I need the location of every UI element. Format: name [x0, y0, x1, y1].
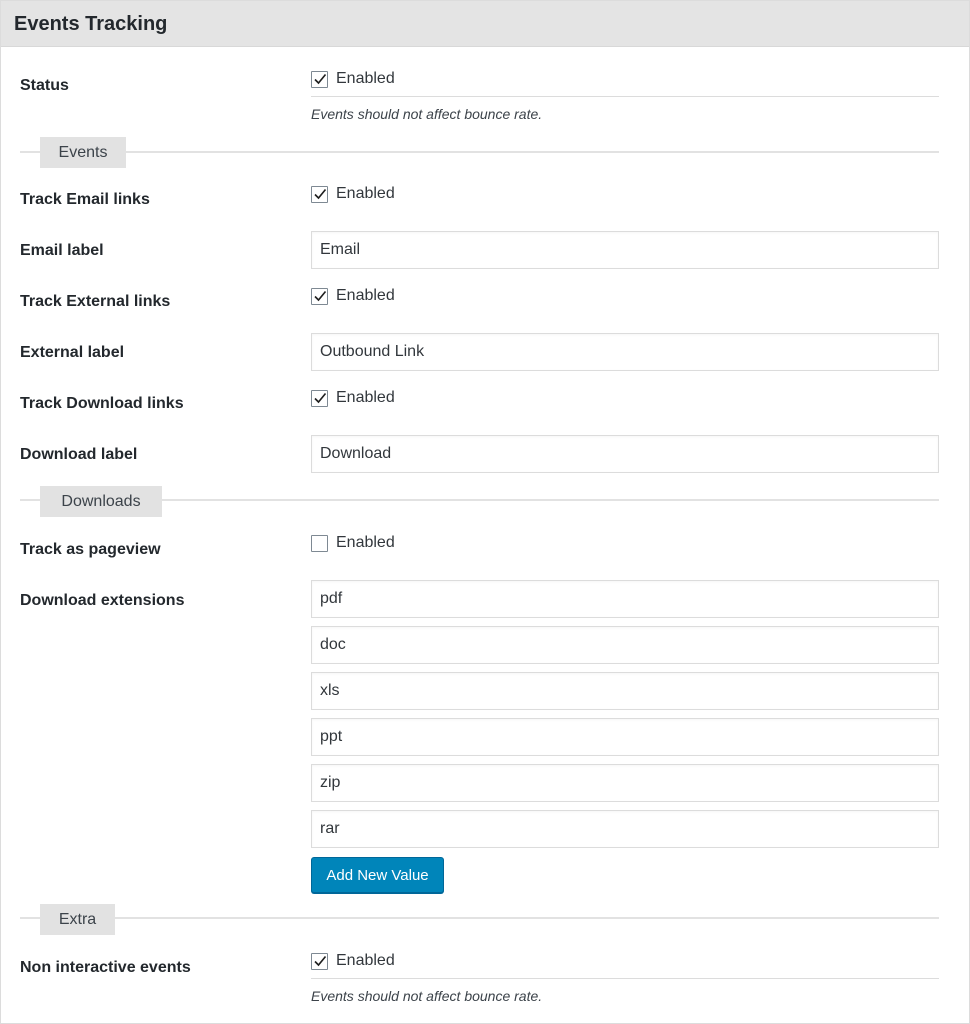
- checkmark-icon: [314, 188, 327, 200]
- track-download-label: Track Download links: [20, 395, 184, 412]
- extension-input[interactable]: [311, 672, 939, 710]
- external-label-input[interactable]: [311, 333, 939, 371]
- section-heading-events: Events: [40, 137, 126, 168]
- status-checkbox[interactable]: [311, 71, 328, 88]
- track-email-checkbox-label: Enabled: [336, 185, 395, 202]
- track-pageview-label: Track as pageview: [20, 541, 161, 558]
- events-tracking-panel: Events Tracking Status Enabled Events sh…: [0, 0, 970, 1024]
- checkmark-icon: [314, 392, 327, 404]
- panel-header: Events Tracking: [1, 1, 969, 47]
- external-label-label: External label: [20, 344, 125, 361]
- section-heading-downloads: Downloads: [40, 486, 162, 517]
- add-new-value-button[interactable]: Add New Value: [311, 857, 444, 893]
- checkmark-icon: [314, 955, 327, 967]
- download-extensions-label: Download extensions: [20, 592, 185, 609]
- track-external-checkbox-label: Enabled: [336, 287, 395, 304]
- non-interactive-checkbox-label: Enabled: [336, 952, 395, 969]
- track-external-checkbox[interactable]: [311, 288, 328, 305]
- track-pageview-checkbox-label: Enabled: [336, 534, 395, 551]
- panel-title: Events Tracking: [14, 13, 168, 35]
- extra-section-line: [20, 917, 939, 919]
- email-label-input[interactable]: [311, 231, 939, 269]
- non-interactive-description: Events should not affect bounce rate.: [311, 988, 543, 1004]
- extension-input[interactable]: [311, 810, 939, 848]
- status-label: Status: [20, 77, 69, 94]
- track-email-label: Track Email links: [20, 191, 150, 208]
- track-pageview-checkbox[interactable]: [311, 535, 328, 552]
- divider: [311, 96, 939, 97]
- status-checkbox-label: Enabled: [336, 70, 395, 87]
- download-label-label: Download label: [20, 446, 138, 463]
- extension-input[interactable]: [311, 626, 939, 664]
- section-heading-extra: Extra: [40, 904, 115, 935]
- track-external-label: Track External links: [20, 293, 171, 310]
- track-download-checkbox[interactable]: [311, 390, 328, 407]
- extension-input[interactable]: [311, 580, 939, 618]
- non-interactive-label: Non interactive events: [20, 959, 191, 976]
- divider: [311, 978, 939, 979]
- non-interactive-checkbox[interactable]: [311, 953, 328, 970]
- track-email-checkbox[interactable]: [311, 186, 328, 203]
- extension-input[interactable]: [311, 764, 939, 802]
- status-description: Events should not affect bounce rate.: [311, 106, 543, 122]
- email-label-label: Email label: [20, 242, 104, 259]
- track-download-checkbox-label: Enabled: [336, 389, 395, 406]
- extension-input[interactable]: [311, 718, 939, 756]
- checkmark-icon: [314, 290, 327, 302]
- events-section-line: [20, 151, 939, 153]
- checkmark-icon: [314, 73, 327, 85]
- download-label-input[interactable]: [311, 435, 939, 473]
